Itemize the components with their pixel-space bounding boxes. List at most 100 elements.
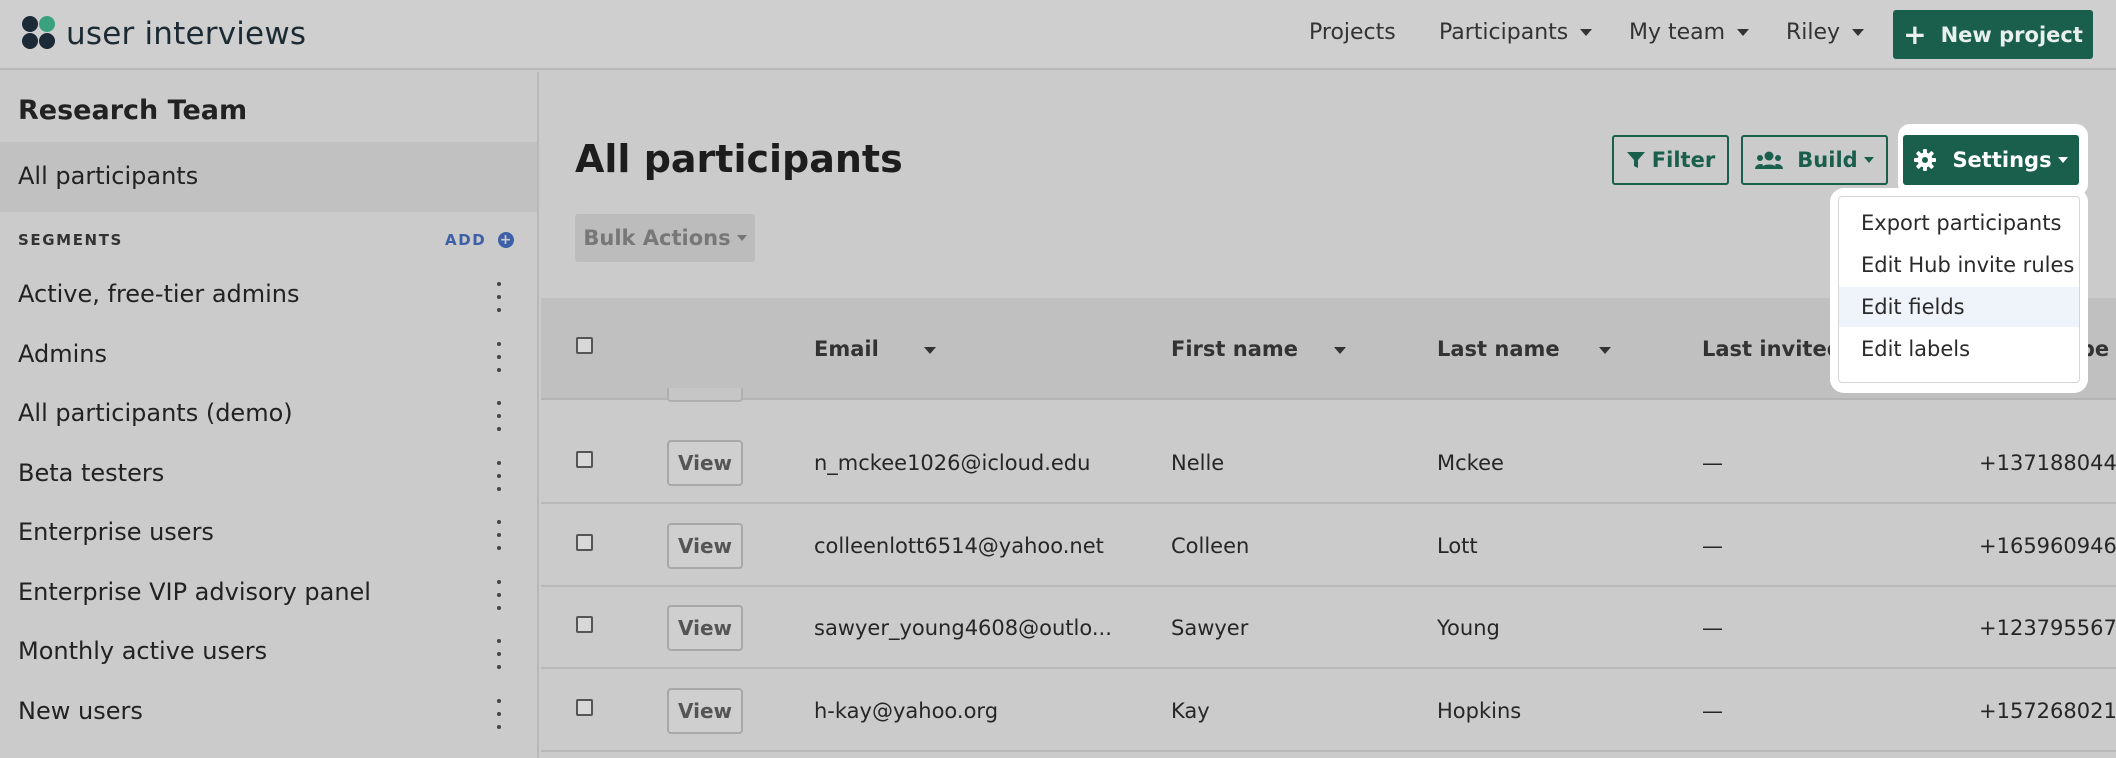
sidebar-item-label: All participants [18, 162, 199, 190]
cell-last-name: Young [1437, 616, 1500, 640]
view-button[interactable]: View [667, 523, 743, 569]
sort-caret-icon[interactable] [924, 347, 936, 354]
segment-item[interactable]: Admins [0, 328, 537, 387]
add-segment-button[interactable]: ADD + [445, 231, 515, 249]
build-label: Build [1797, 148, 1858, 172]
table-row [541, 670, 2116, 752]
segment-label: All participants (demo) [18, 399, 293, 427]
menu-item-label: Export participants [1861, 211, 2062, 235]
cell-phone: +15726802174 [1979, 699, 2116, 723]
kebab-icon[interactable] [491, 580, 507, 610]
row-checkbox[interactable] [576, 699, 593, 716]
menu-item-label: Edit fields [1861, 295, 1965, 319]
column-header-first-name[interactable]: First name [1171, 337, 1298, 361]
settings-label: Settings [1952, 148, 2052, 172]
top-navbar: user interviews Projects Participants My… [0, 0, 2116, 70]
segment-label: Active, free-tier admins [18, 280, 300, 308]
sort-caret-icon[interactable] [1599, 347, 1611, 354]
table-row [541, 505, 2116, 587]
sort-caret-icon[interactable] [1334, 347, 1346, 354]
plus-circle-icon: + [498, 232, 515, 248]
bulk-actions-button[interactable]: Bulk Actions [575, 214, 755, 262]
cell-last-invited: — [1702, 534, 1723, 558]
kebab-icon[interactable] [491, 699, 507, 729]
column-header-last-name[interactable]: Last name [1437, 337, 1560, 361]
segment-item[interactable]: Monthly active users [0, 625, 537, 684]
menu-item-edit-fields[interactable]: Edit fields [1839, 287, 2079, 327]
segment-item[interactable]: Active, free-tier admins [0, 268, 537, 327]
brand-name: user interviews [66, 16, 307, 52]
menu-item-edit-hub-invite-rules[interactable]: Edit Hub invite rules [1839, 245, 2079, 285]
new-project-button[interactable]: + New project [1893, 10, 2093, 59]
segment-item[interactable]: New users [0, 685, 537, 744]
column-header-last-invited[interactable]: Last invited [1702, 337, 1842, 361]
cell-first-name: Sawyer [1171, 616, 1249, 640]
nav-projects[interactable]: Projects [1309, 20, 1396, 45]
segment-label: Enterprise VIP advisory panel [18, 578, 371, 606]
segment-label: Admins [18, 340, 107, 368]
segment-label: Enterprise users [18, 518, 214, 546]
chevron-down-icon [1852, 29, 1865, 36]
cell-email: sawyer_young4608@outlo... [814, 616, 1112, 640]
segments-header: SEGMENTS [18, 231, 123, 249]
logo[interactable]: user interviews [22, 16, 306, 52]
nav-user-menu[interactable]: Riley [1786, 20, 1865, 45]
row-checkbox[interactable] [576, 534, 593, 551]
sidebar: Research Team All participants SEGMENTS … [0, 72, 539, 758]
column-header-email[interactable]: Email [814, 337, 879, 361]
user-name: Riley [1786, 20, 1841, 45]
kebab-icon[interactable] [491, 342, 507, 372]
chevron-down-icon [736, 235, 747, 241]
logo-icon [22, 16, 58, 52]
chevron-down-icon [1737, 29, 1750, 36]
cell-phone: +12379556740 [1979, 616, 2116, 640]
kebab-icon[interactable] [491, 401, 507, 431]
gear-icon [1914, 149, 1937, 171]
cell-phone: +13718804493 [1979, 451, 2116, 475]
chevron-down-icon [1863, 157, 1874, 163]
kebab-icon[interactable] [491, 461, 507, 491]
segment-label: New users [18, 697, 143, 725]
settings-button[interactable]: Settings [1903, 135, 2079, 185]
menu-item-edit-labels[interactable]: Edit labels [1839, 329, 2079, 369]
menu-item-export-participants[interactable]: Export participants [1839, 203, 2079, 243]
view-button[interactable]: View [667, 688, 743, 734]
segment-item[interactable]: Enterprise VIP advisory panel [0, 566, 537, 625]
row-checkbox[interactable] [576, 451, 593, 468]
segment-item[interactable]: Enterprise users [0, 506, 537, 565]
chevron-down-icon [1580, 29, 1593, 36]
cell-email: h-kay@yahoo.org [814, 699, 999, 723]
cell-first-name: Nelle [1171, 451, 1225, 475]
row-checkbox[interactable] [576, 616, 593, 633]
select-all-checkbox[interactable] [576, 337, 593, 354]
cell-last-invited: — [1702, 451, 1723, 475]
view-button[interactable]: View [667, 605, 743, 651]
segment-label: Monthly active users [18, 637, 268, 665]
cell-first-name: Kay [1171, 699, 1210, 723]
kebab-icon[interactable] [491, 520, 507, 550]
build-button[interactable]: Build [1741, 135, 1888, 185]
nav-participants[interactable]: Participants [1439, 20, 1593, 45]
segment-item[interactable]: All participants (demo) [0, 387, 537, 446]
page-title: All participants [575, 137, 903, 181]
kebab-icon[interactable] [491, 282, 507, 312]
segment-item[interactable]: Beta testers [0, 447, 537, 506]
cell-email: colleenlott6514@yahoo.net [814, 534, 1104, 558]
view-button[interactable]: View [667, 440, 743, 486]
kebab-icon[interactable] [491, 639, 507, 669]
scrolled-view-button-edge [667, 388, 743, 402]
nav-my-team[interactable]: My team [1629, 20, 1750, 45]
sidebar-item-all-participants[interactable]: All participants [0, 142, 537, 212]
segment-label: Beta testers [18, 459, 165, 487]
settings-dropdown-menu: Export participants Edit Hub invite rule… [1838, 196, 2080, 383]
cell-last-name: Mckee [1437, 451, 1504, 475]
nav-projects-label: Projects [1309, 20, 1396, 45]
cell-phone: +16596094665 [1979, 534, 2116, 558]
add-segment-label: ADD [445, 231, 487, 249]
bulk-actions-label: Bulk Actions [583, 226, 731, 250]
chevron-down-icon [2057, 157, 2068, 163]
plus-icon: + [1903, 18, 1927, 51]
nav-my-team-label: My team [1629, 20, 1726, 45]
filter-button[interactable]: Filter [1612, 135, 1729, 185]
users-icon [1755, 151, 1784, 169]
